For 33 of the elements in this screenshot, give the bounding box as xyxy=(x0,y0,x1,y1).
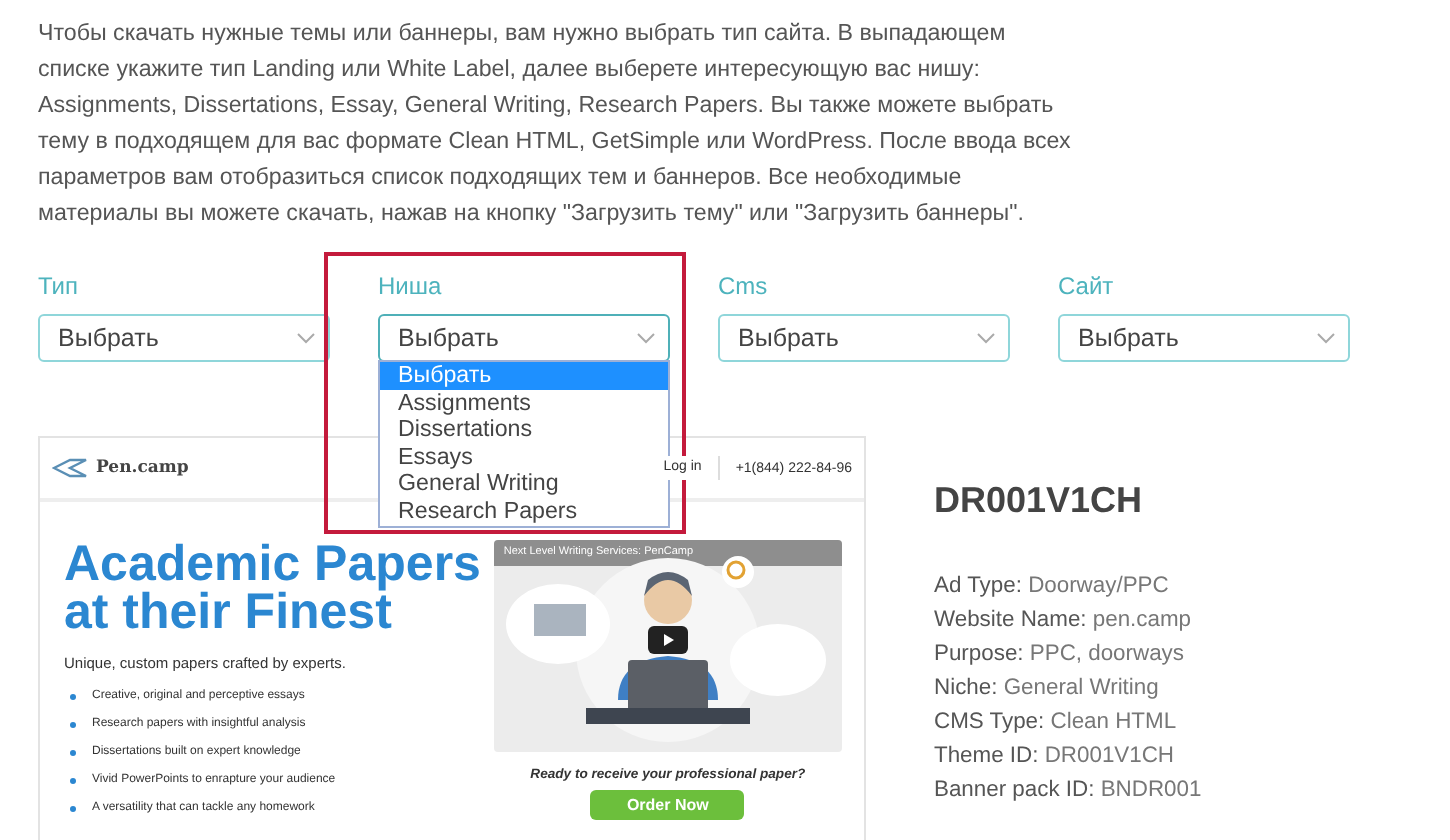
filter-label: Тип xyxy=(38,272,79,300)
bullet-dot xyxy=(70,693,76,699)
filter-label: Сайт xyxy=(1058,272,1114,300)
dropdown-option[interactable]: Assignments xyxy=(380,389,668,417)
bullet-dot xyxy=(70,777,76,783)
play-icon[interactable] xyxy=(647,626,688,654)
dropdown-select[interactable]: Выбрать xyxy=(38,314,330,362)
dropdown-option[interactable]: Research Papers xyxy=(380,497,668,526)
bullet-dot xyxy=(70,721,76,727)
dropdown-select[interactable]: Выбрать xyxy=(1058,314,1350,362)
detail-line: Purpose: PPC, doorways xyxy=(934,640,1186,670)
chevron-down-icon xyxy=(976,332,996,344)
chevron-down-icon xyxy=(296,332,316,344)
detail-line: CMS Type: Clean HTML xyxy=(934,708,1179,738)
dropdown-option[interactable]: Dissertations xyxy=(380,416,668,444)
bullet-dot xyxy=(70,805,76,811)
dropdown-option[interactable]: General Writing xyxy=(380,470,668,498)
intro-paragraph: Чтобы скачать нужные темы или баннеры, вам нужно выбрать тип сайта. В выпадающем списке укажите тип Landing или White Label, далее выберете интересующую вас нишу: Assignments, Dissertations, Essay, General Writing, Research Papers. Вы также можете выбрать тему в подходящем для вас формате Clean HTML, GetSimple или WordPress. После ввода всех параметров вам отобразиться список подходящих тем и баннеров. Все необходимые материалы вы можете скачать, нажав на кнопку "Загрузить тему" или "Загрузить баннеры". xyxy=(38,18,1073,230)
detail-line: Banner pack ID: BNDR001 xyxy=(934,776,1202,806)
detail-line: Niche: General Writing xyxy=(934,674,1161,704)
bullet-dot xyxy=(70,749,76,755)
theme-title: DR001V1CH xyxy=(934,480,1145,522)
chevron-down-icon xyxy=(636,332,656,344)
pen-logo-icon xyxy=(52,458,88,478)
dropdown-select[interactable]: Выбрать xyxy=(718,314,1010,362)
detail-line: Ad Type: Doorway/PPC xyxy=(934,572,1171,602)
logo-text: Pen.camp xyxy=(96,458,189,478)
detail-line: Theme ID: DR001V1CH xyxy=(934,742,1177,772)
detail-line: Website Name: pen.camp xyxy=(934,606,1194,636)
filter-label: Cms xyxy=(718,272,768,300)
hero-headline: Academic Papers at their Finest xyxy=(64,540,483,636)
filter-label: Ниша xyxy=(378,272,442,300)
chevron-down-icon xyxy=(1316,332,1336,344)
